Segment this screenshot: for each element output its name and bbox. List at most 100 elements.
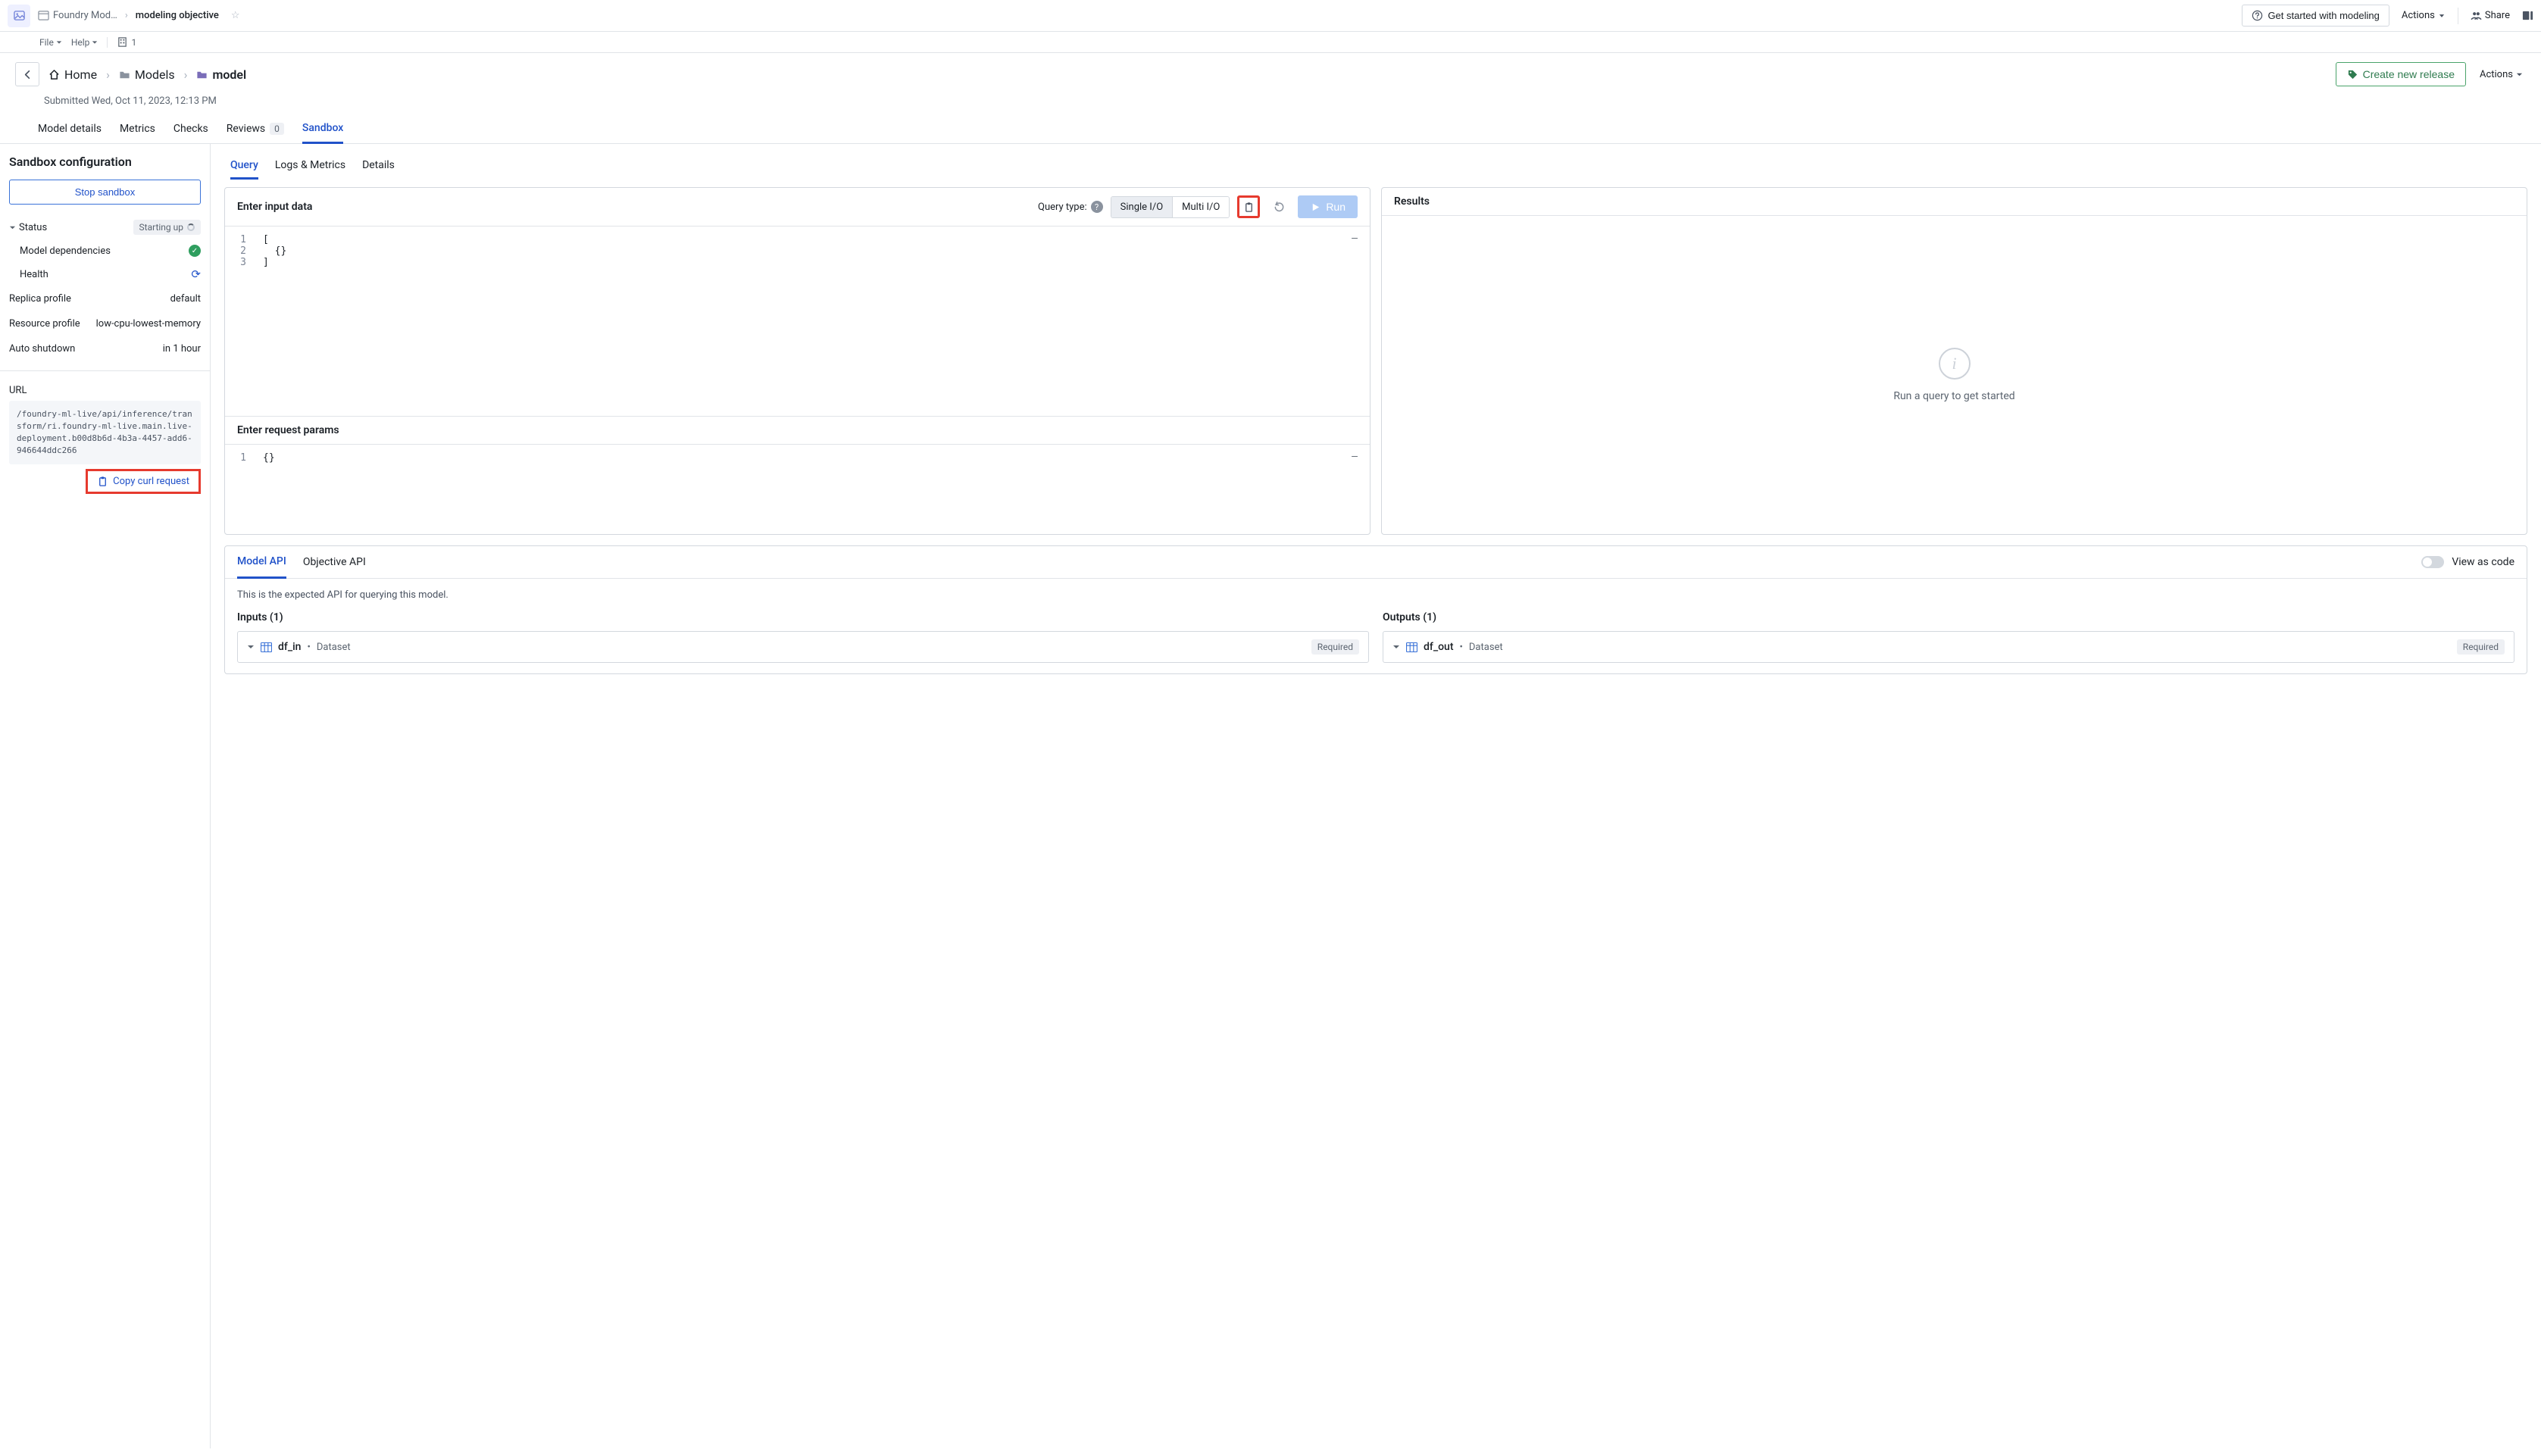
get-started-label: Get started with modeling <box>2268 10 2379 21</box>
output-type: Dataset <box>1469 642 1503 653</box>
clipboard-button[interactable] <box>1237 195 1260 218</box>
sidebar: Sandbox configuration Stop sandbox Statu… <box>0 144 211 1448</box>
params-editor[interactable]: — 1{} <box>225 444 1370 520</box>
dataset-icon <box>1406 642 1417 652</box>
create-release-button[interactable]: Create new release <box>2336 62 2466 86</box>
subtab-details-label: Details <box>362 159 395 171</box>
required-badge: Required <box>2457 639 2505 655</box>
status-section-header[interactable]: Status Starting up <box>9 215 201 239</box>
results-panel-header: Results <box>1382 188 2527 216</box>
chevron-right-icon: › <box>184 67 188 82</box>
panel-toggle-icon[interactable] <box>2522 10 2533 21</box>
query-type-segments: Single I/O Multi I/O <box>1111 196 1230 218</box>
copy-curl-button[interactable]: Copy curl request <box>86 469 201 494</box>
reviews-count-badge: 0 <box>270 123 284 135</box>
tab-checks[interactable]: Checks <box>173 115 208 142</box>
results-panel: Results i Run a query to get started <box>1381 187 2527 535</box>
line-number: 1 <box>225 234 263 245</box>
caret-down-icon <box>92 39 98 45</box>
input-type: Dataset <box>317 642 351 653</box>
building-icon <box>117 36 128 48</box>
segment-single-io[interactable]: Single I/O <box>1111 197 1173 217</box>
caret-down-icon <box>9 224 16 231</box>
actions-dropdown[interactable]: Actions <box>2399 5 2449 26</box>
tab-metrics-label: Metrics <box>120 123 155 135</box>
stop-sandbox-button[interactable]: Stop sandbox <box>9 180 201 205</box>
star-icon[interactable]: ☆ <box>231 10 240 21</box>
output-item[interactable]: df_out • Dataset Required <box>1383 631 2514 663</box>
users-indicator[interactable]: 1 <box>117 36 136 48</box>
inputs-title: Inputs (1) <box>237 611 1369 623</box>
subtab-query[interactable]: Query <box>230 153 258 180</box>
share-button[interactable]: Share <box>2468 5 2513 26</box>
health-label: Health <box>20 269 48 280</box>
tab-sandbox[interactable]: Sandbox <box>302 114 343 144</box>
reset-button[interactable] <box>1267 195 1290 218</box>
folder-icon <box>196 69 208 80</box>
segment-multi-io[interactable]: Multi I/O <box>1173 197 1229 217</box>
help-menu[interactable]: Help <box>71 37 98 48</box>
input-name: df_in <box>278 641 301 653</box>
tab-details-label: Model details <box>38 123 102 135</box>
view-as-code-toggle[interactable] <box>2421 556 2444 568</box>
run-label: Run <box>1326 201 1346 213</box>
crumb-models-label: Models <box>135 67 175 82</box>
caret-down-icon <box>2438 12 2446 20</box>
get-started-button[interactable]: Get started with modeling <box>2242 5 2389 27</box>
topbar-actions-label: Actions <box>2402 10 2435 21</box>
api-panel: Model API Objective API View as code Thi… <box>224 545 2527 674</box>
tab-model-api[interactable]: Model API <box>237 546 286 579</box>
results-body: i Run a query to get started <box>1382 216 2527 534</box>
caret-down-icon <box>2516 71 2523 78</box>
undo-icon <box>1274 202 1285 213</box>
divider <box>0 370 210 371</box>
tab-objective-api[interactable]: Objective API <box>303 547 366 577</box>
crumb-models[interactable]: Models <box>119 67 175 82</box>
input-item[interactable]: df_in • Dataset Required <box>237 631 1369 663</box>
crumb-model-label: model <box>212 67 246 82</box>
back-button[interactable] <box>15 62 39 86</box>
caret-down-icon[interactable] <box>1392 643 1400 651</box>
tab-model-details[interactable]: Model details <box>38 115 102 142</box>
subtab-query-label: Query <box>230 159 258 171</box>
page-actions-dropdown[interactable]: Actions <box>2477 64 2526 85</box>
status-label: Status <box>19 222 47 233</box>
resource-value: low-cpu-lowest-memory <box>96 318 201 330</box>
collapse-icon[interactable]: — <box>1352 451 1358 462</box>
collapse-icon[interactable]: — <box>1352 233 1358 244</box>
refresh-icon[interactable]: ⟳ <box>191 267 201 281</box>
subtab-details[interactable]: Details <box>362 153 395 180</box>
tab-metrics[interactable]: Metrics <box>120 115 155 142</box>
info-icon: i <box>1939 348 1971 380</box>
window-icon <box>38 10 49 21</box>
subtab-logs-label: Logs & Metrics <box>275 159 345 171</box>
chevron-right-icon: › <box>125 10 128 21</box>
crumb-app[interactable]: Foundry Mod… <box>38 10 117 21</box>
editor-line: {} <box>263 452 275 464</box>
crumb-home[interactable]: Home <box>48 67 97 82</box>
tab-reviews[interactable]: Reviews 0 <box>227 115 284 142</box>
line-number: 3 <box>225 257 263 268</box>
run-button[interactable]: Run <box>1298 195 1358 218</box>
health-row: Health ⟳ <box>9 262 201 286</box>
help-circle-icon <box>2252 10 2263 21</box>
help-icon[interactable]: ? <box>1091 201 1103 213</box>
caret-down-icon[interactable] <box>247 643 255 651</box>
users-count: 1 <box>131 37 136 48</box>
subtab-logs[interactable]: Logs & Metrics <box>275 153 345 180</box>
people-icon <box>2471 10 2482 21</box>
topbar: Foundry Mod… › modeling objective ☆ Get … <box>0 0 2541 32</box>
image-icon <box>14 10 25 21</box>
resource-label: Resource profile <box>9 318 80 330</box>
check-circle-icon: ✓ <box>189 245 201 257</box>
app-logo[interactable] <box>8 5 30 27</box>
results-title: Results <box>1394 195 1430 208</box>
crumb-model[interactable]: model <box>196 67 246 82</box>
editor-line: [ <box>263 234 269 245</box>
create-release-label: Create new release <box>2363 68 2455 80</box>
input-editor[interactable]: — 1[ 2 {} 3] <box>225 227 1370 416</box>
crumb-page[interactable]: modeling objective <box>136 10 219 21</box>
crumb-page-label: modeling objective <box>136 10 219 21</box>
file-menu[interactable]: File <box>39 37 62 48</box>
sidebar-title: Sandbox configuration <box>9 155 201 169</box>
